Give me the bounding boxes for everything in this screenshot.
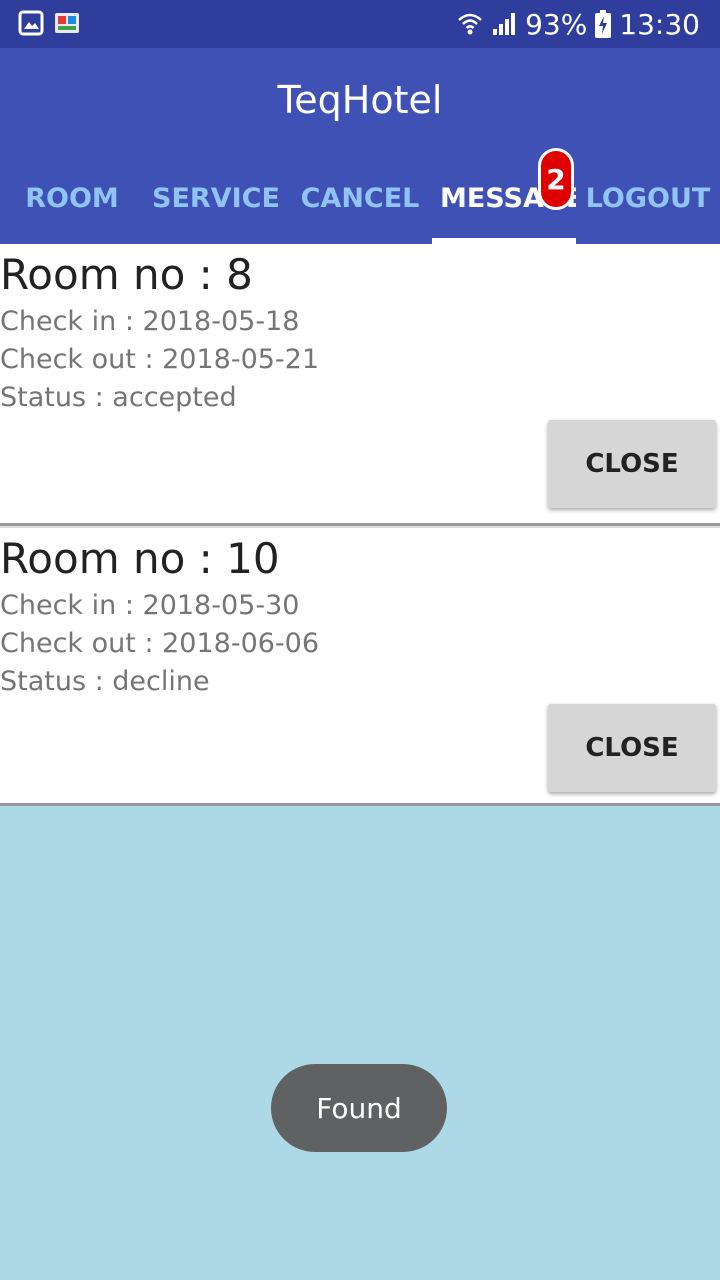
- status-bar-left: [18, 10, 80, 36]
- booking-card: Room no : 10 Check in : 2018-05-30 Check…: [0, 526, 720, 806]
- app-notification-icon: [55, 13, 79, 33]
- tab-bar: ROOM SERVICE CANCEL MESSAGE LOGOUT: [0, 152, 720, 244]
- tab-room[interactable]: ROOM: [0, 152, 144, 244]
- check-out-date: Check out : 2018-05-21: [0, 344, 320, 375]
- booking-status: Status : decline: [0, 666, 210, 697]
- clock: 13:30: [619, 7, 700, 41]
- status-bar: 93% 13:30: [0, 0, 720, 48]
- status-bar-right: 93% 13:30: [457, 6, 700, 42]
- tab-service[interactable]: SERVICE: [144, 152, 288, 244]
- tab-logout[interactable]: LOGOUT: [576, 152, 720, 244]
- close-button[interactable]: CLOSE: [548, 704, 716, 792]
- wifi-icon: [458, 13, 482, 35]
- check-in-date: Check in : 2018-05-30: [0, 590, 300, 621]
- close-button[interactable]: CLOSE: [548, 420, 716, 508]
- app-title: TeqHotel: [277, 78, 443, 122]
- tab-cancel[interactable]: CANCEL: [288, 152, 432, 244]
- battery-charging-icon: [595, 10, 612, 38]
- booking-card: Room no : 8 Check in : 2018-05-18 Check …: [0, 244, 720, 526]
- gallery-icon: [18, 10, 44, 36]
- app-bar: TeqHotel ROOM SERVICE CANCEL MESSAGE LOG…: [0, 48, 720, 244]
- room-number: Room no : 10: [0, 534, 280, 583]
- booking-status: Status : accepted: [0, 382, 237, 413]
- check-out-date: Check out : 2018-06-06: [0, 628, 320, 659]
- room-number: Room no : 8: [0, 250, 253, 299]
- check-in-date: Check in : 2018-05-18: [0, 306, 300, 337]
- toast-message: Found: [271, 1064, 447, 1152]
- message-count-badge: 2: [538, 148, 574, 210]
- signal-icon: [493, 13, 516, 35]
- battery-percent: 93%: [525, 7, 588, 41]
